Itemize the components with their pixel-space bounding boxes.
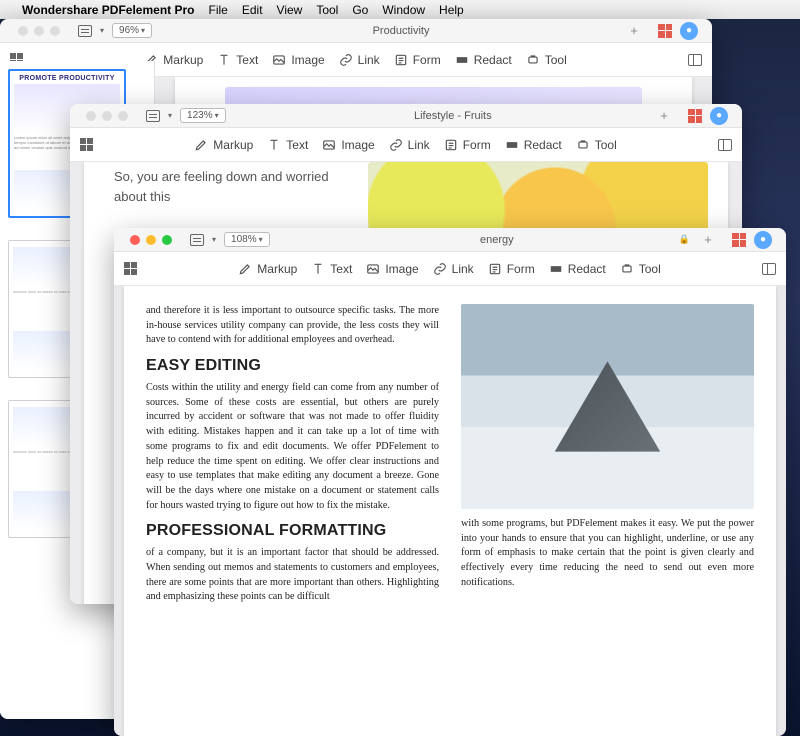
- menu-window[interactable]: Window: [382, 3, 425, 17]
- text-button[interactable]: Text: [311, 262, 352, 276]
- apps-grid-icon[interactable]: [688, 109, 702, 123]
- tab-productivity[interactable]: Productivity: [373, 25, 430, 37]
- add-tab-button[interactable]: +: [656, 108, 672, 123]
- traffic-lights[interactable]: [76, 111, 138, 121]
- apps-grid-icon[interactable]: [732, 233, 746, 247]
- zoom-select[interactable]: 96% ▾: [112, 23, 152, 38]
- markup-button[interactable]: Markup: [238, 262, 297, 276]
- form-button[interactable]: Form: [488, 262, 535, 276]
- document-viewport[interactable]: and therefore it is less important to ou…: [114, 286, 786, 736]
- body-text: Costs within the utility and energy fiel…: [146, 381, 439, 513]
- view-mode-icon[interactable]: [78, 25, 92, 37]
- image-button[interactable]: Image: [272, 53, 324, 67]
- redact-button[interactable]: Redact: [549, 262, 606, 276]
- chrome-bar: ▾ 96% ▾ Productivity + ●: [0, 19, 712, 43]
- menu-edit[interactable]: Edit: [242, 3, 263, 17]
- app-name[interactable]: Wondershare PDFelement Pro: [22, 3, 195, 17]
- menu-view[interactable]: View: [277, 3, 303, 17]
- tool-button[interactable]: Tool: [620, 262, 661, 276]
- image-button[interactable]: Image: [366, 262, 418, 276]
- avatar[interactable]: ●: [710, 107, 728, 125]
- redact-button[interactable]: Redact: [455, 53, 512, 67]
- menu-file[interactable]: File: [209, 3, 228, 17]
- view-mode-icon[interactable]: [190, 234, 204, 246]
- form-button[interactable]: Form: [394, 53, 441, 67]
- avatar[interactable]: ●: [680, 22, 698, 40]
- tab-energy[interactable]: energy: [480, 234, 514, 246]
- avatar[interactable]: ●: [754, 231, 772, 249]
- chevron-down-icon[interactable]: ▾: [100, 26, 104, 35]
- image-button[interactable]: Image: [322, 138, 374, 152]
- menu-go[interactable]: Go: [352, 3, 368, 17]
- thumbnails-icon[interactable]: [80, 138, 93, 151]
- window-energy: ▾ 108% ▾ energy 🔒 + ● Markup Text Image …: [114, 228, 786, 736]
- toolbar: Markup Text Image Link Form Redact Tool: [114, 252, 786, 286]
- add-tab-button[interactable]: +: [700, 232, 716, 247]
- heading-easy-editing: EASY EDITING: [146, 354, 439, 377]
- heading-professional-formatting: PROFESSIONAL FORMATTING: [146, 519, 439, 542]
- markup-button[interactable]: Markup: [194, 138, 253, 152]
- body-text: with some programs, but PDFelement makes…: [461, 517, 754, 590]
- zoom-select[interactable]: 123% ▾: [180, 108, 226, 123]
- text-button[interactable]: Text: [217, 53, 258, 67]
- layout-icon[interactable]: [762, 263, 776, 275]
- redact-button[interactable]: Redact: [505, 138, 562, 152]
- zoom-select[interactable]: 108% ▾: [224, 232, 270, 247]
- toolbar: Markup Text Image Link Form Redact Tool: [70, 128, 742, 162]
- chrome-bar: ▾ 123% ▾ Lifestyle - Fruits + ●: [70, 104, 742, 128]
- view-mode-icon[interactable]: [146, 110, 160, 122]
- mac-menubar: Wondershare PDFelement Pro File Edit Vie…: [0, 0, 800, 19]
- add-tab-button[interactable]: +: [626, 23, 642, 38]
- link-button[interactable]: Link: [433, 262, 474, 276]
- traffic-lights[interactable]: [8, 26, 70, 36]
- tool-button[interactable]: Tool: [526, 53, 567, 67]
- tool-button[interactable]: Tool: [576, 138, 617, 152]
- thumbnails-icon[interactable]: [124, 262, 137, 275]
- link-button[interactable]: Link: [339, 53, 380, 67]
- tab-lifestyle[interactable]: Lifestyle - Fruits: [414, 110, 492, 122]
- traffic-lights[interactable]: [120, 235, 182, 245]
- mountain-image: [461, 304, 754, 509]
- menu-help[interactable]: Help: [439, 3, 464, 17]
- chrome-bar: ▾ 108% ▾ energy 🔒 + ●: [114, 228, 786, 252]
- body-text: of a company, but it is an important fac…: [146, 546, 439, 605]
- layout-icon[interactable]: [688, 54, 702, 66]
- text-button[interactable]: Text: [267, 138, 308, 152]
- body-text: and therefore it is less important to ou…: [146, 304, 439, 348]
- lock-icon: 🔒: [679, 234, 690, 245]
- link-button[interactable]: Link: [389, 138, 430, 152]
- document-page: and therefore it is less important to ou…: [124, 286, 776, 736]
- form-button[interactable]: Form: [444, 138, 491, 152]
- menu-tool[interactable]: Tool: [316, 3, 338, 17]
- body-text: So, you are feeling down and worried abo…: [114, 167, 364, 207]
- apps-grid-icon[interactable]: [658, 24, 672, 38]
- layout-icon[interactable]: [718, 139, 732, 151]
